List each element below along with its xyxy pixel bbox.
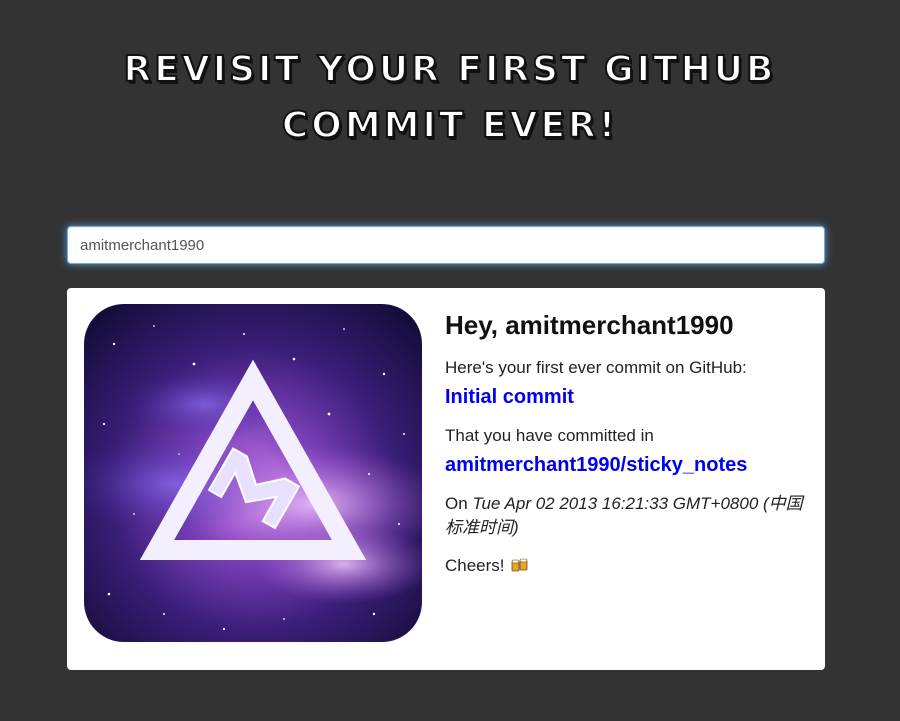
repository-paragraph: That you have committed in amitmerchant1… [445,424,815,478]
page-title-line-1: Revisit your first GitHub [123,48,777,91]
username-input[interactable] [67,226,825,264]
greeting-prefix: Hey, [445,310,506,340]
commit-link[interactable]: Initial commit [445,384,815,410]
date-paragraph: On Tue Apr 02 2013 16:21:33 GMT+0800 (中国… [445,492,815,540]
first-commit-paragraph: Here's your first ever commit on GitHub:… [445,356,815,410]
search-field-wrapper [67,226,825,264]
user-avatar [84,304,422,642]
closing-paragraph: Cheers! [445,554,815,580]
commit-date: Tue Apr 02 2013 16:21:33 GMT+0800 (中国标准时… [445,494,803,537]
beer-mugs-icon [511,556,529,580]
committed-in-label: That you have committed in [445,426,654,445]
closing-text: Cheers! [445,556,505,575]
username-text: amitmerchant1990 [505,310,734,340]
triangle-m-logo-icon [84,304,422,642]
first-commit-label: Here's your first ever commit on GitHub: [445,358,747,377]
page-title-line-2: Commit ever! [281,104,619,147]
greeting-heading: Hey, amitmerchant1990 [445,308,815,342]
commit-info: Hey, amitmerchant1990 Here's your first … [445,308,815,580]
repository-link[interactable]: amitmerchant1990/sticky_notes [445,452,815,478]
date-prefix: On [445,494,473,513]
result-card: Hey, amitmerchant1990 Here's your first … [67,288,825,670]
page-title: Revisit your first GitHub Commit ever! [0,42,900,154]
